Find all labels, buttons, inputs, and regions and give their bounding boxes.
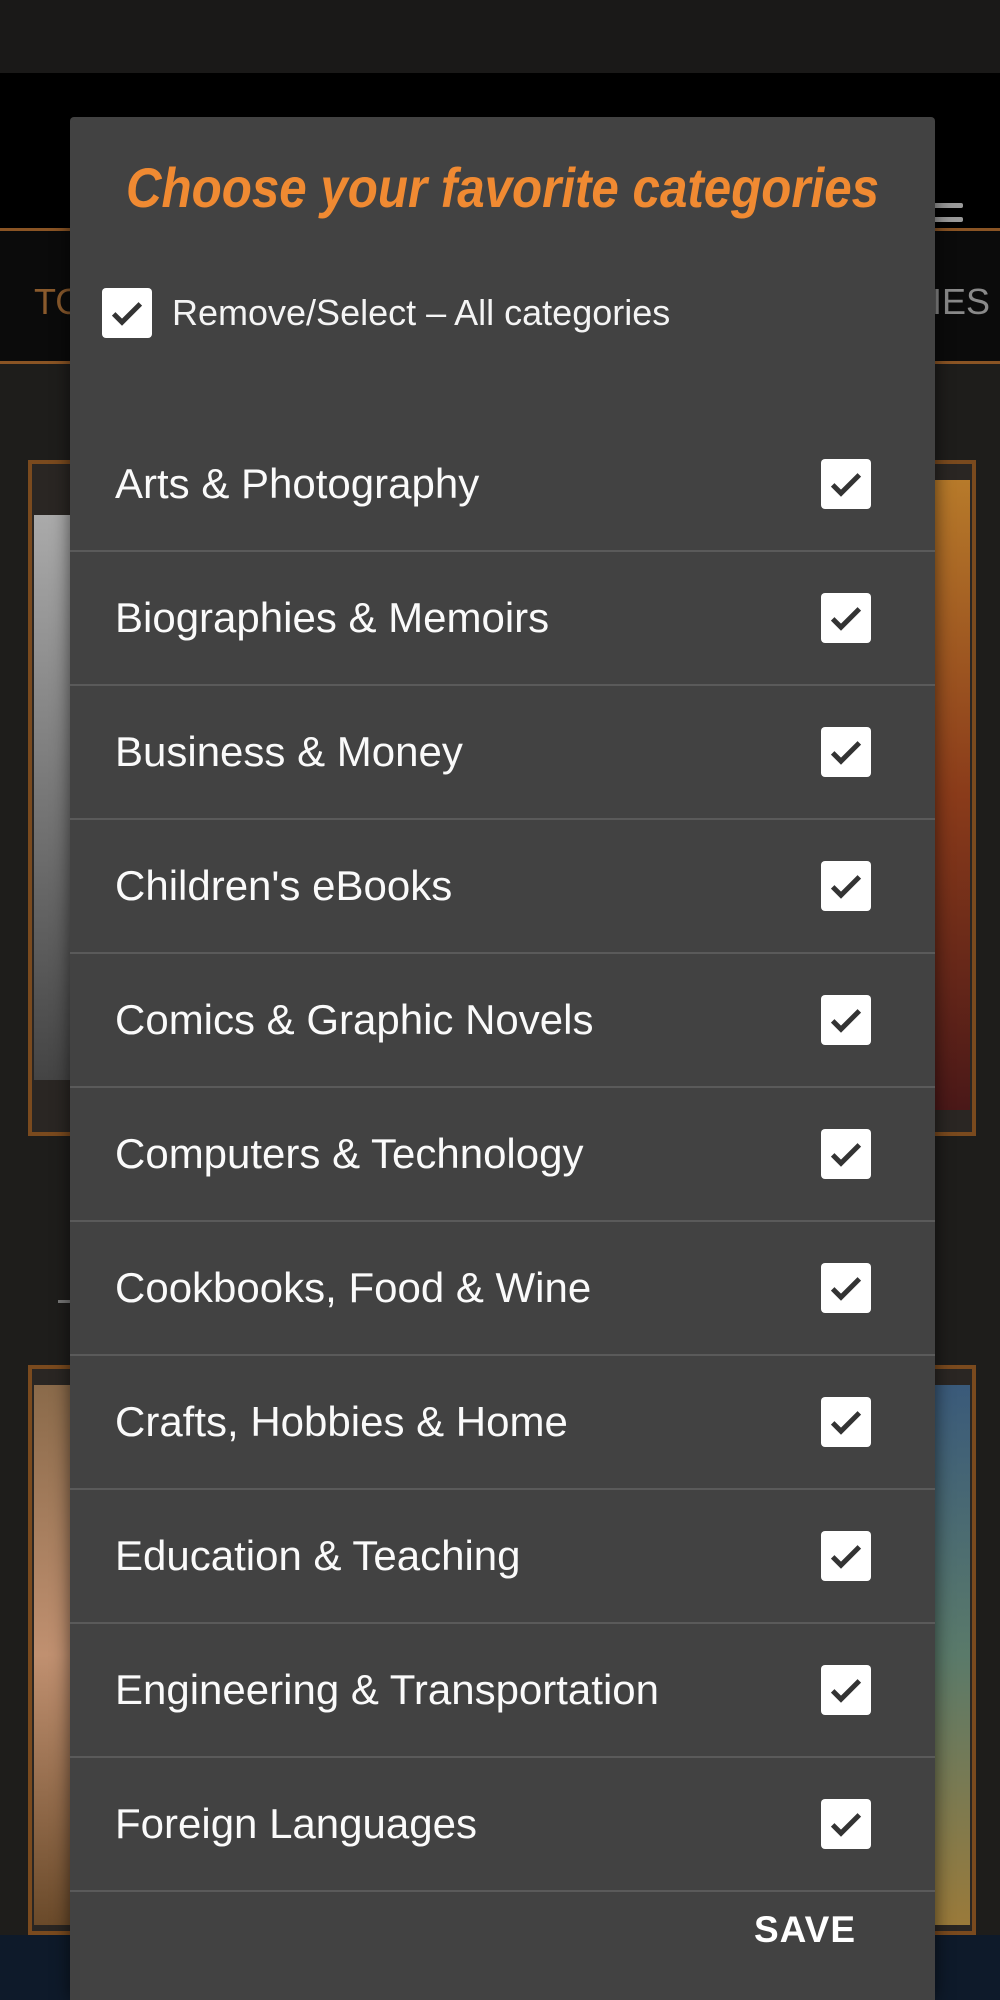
category-checkbox[interactable] [821, 1129, 871, 1179]
category-checkbox[interactable] [821, 1397, 871, 1447]
book-cover-image [34, 515, 72, 1080]
category-row[interactable]: Arts & Photography [70, 418, 935, 552]
category-row[interactable]: Biographies & Memoirs [70, 552, 935, 686]
category-label: Business & Money [115, 728, 463, 775]
category-label: Foreign Languages [115, 1800, 477, 1847]
checkmark-icon [830, 1143, 862, 1167]
category-label: Computers & Technology [115, 1130, 584, 1177]
category-row[interactable]: Foreign Languages [70, 1758, 935, 1892]
status-bar [0, 0, 1000, 73]
save-button[interactable]: SAVE [735, 1897, 875, 1963]
category-label: Crafts, Hobbies & Home [115, 1398, 568, 1445]
category-label: Engineering & Transportation [115, 1666, 660, 1713]
category-dialog: Choose your favorite categories Remove/S… [70, 117, 935, 2000]
category-checkbox[interactable] [821, 1665, 871, 1715]
category-label: Cookbooks, Food & Wine [115, 1264, 592, 1311]
category-checkbox[interactable] [821, 1531, 871, 1581]
category-label: Biographies & Memoirs [115, 594, 550, 641]
checkmark-icon [830, 1277, 862, 1301]
checkmark-icon [830, 1009, 862, 1033]
category-checkbox[interactable] [821, 861, 871, 911]
category-row[interactable]: Children's eBooks [70, 820, 935, 954]
category-list: Arts & Photography Biographies & Memoirs B… [70, 418, 935, 1892]
book-cover-image [34, 1385, 72, 1925]
category-row[interactable]: Computers & Technology [70, 1088, 935, 1222]
select-all-label: Remove/Select – All categories [172, 292, 671, 333]
category-row[interactable]: Education & Teaching [70, 1490, 935, 1624]
select-all-row[interactable]: Remove/Select – All categories [102, 285, 670, 341]
book-cover-image [935, 1385, 970, 1925]
checkmark-icon [830, 473, 862, 497]
category-label: Arts & Photography [115, 460, 480, 507]
checkmark-icon [830, 607, 862, 631]
category-checkbox[interactable] [821, 727, 871, 777]
checkmark-icon [830, 741, 862, 765]
category-row[interactable]: Cookbooks, Food & Wine [70, 1222, 935, 1356]
category-label: Comics & Graphic Novels [115, 996, 594, 1043]
tab-partial-right[interactable]: IES [932, 281, 990, 323]
category-row[interactable]: Business & Money [70, 686, 935, 820]
category-row[interactable]: Engineering & Transportation [70, 1624, 935, 1758]
checkmark-icon [830, 1411, 862, 1435]
category-checkbox[interactable] [821, 995, 871, 1045]
category-label: Children's eBooks [115, 862, 453, 909]
checkmark-icon [111, 302, 143, 326]
category-checkbox[interactable] [821, 1263, 871, 1313]
category-checkbox[interactable] [821, 459, 871, 509]
category-checkbox[interactable] [821, 593, 871, 643]
checkmark-icon [830, 875, 862, 899]
book-cover-image [935, 480, 970, 1110]
dialog-title: Choose your favorite categories [125, 156, 880, 219]
checkmark-icon [830, 1545, 862, 1569]
category-label: Education & Teaching [115, 1532, 521, 1579]
select-all-checkbox[interactable] [102, 288, 152, 338]
category-row[interactable]: Crafts, Hobbies & Home [70, 1356, 935, 1490]
checkmark-icon [830, 1813, 862, 1837]
category-checkbox[interactable] [821, 1799, 871, 1849]
category-row[interactable]: Comics & Graphic Novels [70, 954, 935, 1088]
checkmark-icon [830, 1679, 862, 1703]
